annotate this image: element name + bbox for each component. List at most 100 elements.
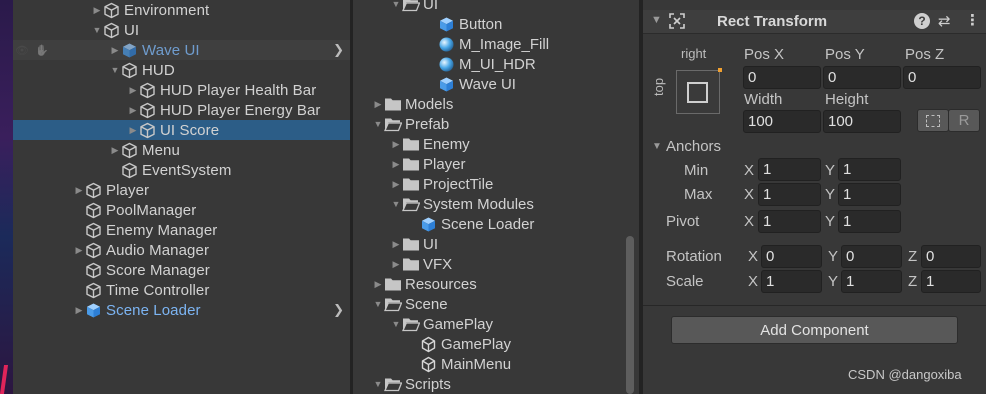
expanded-arrow-icon[interactable]: ▼ bbox=[372, 114, 384, 134]
collapsed-arrow-icon[interactable]: ▶ bbox=[91, 0, 103, 20]
rotation-x-field[interactable]: 0 bbox=[761, 245, 822, 268]
project-item[interactable]: ▶ Enemy bbox=[390, 134, 470, 154]
hierarchy-item[interactable]: ▶ HUD Player Health Bar bbox=[13, 80, 350, 100]
collapsed-arrow-icon[interactable]: ▶ bbox=[390, 234, 402, 254]
rotation-z-field[interactable]: 0 bbox=[921, 245, 981, 268]
collapsed-arrow-icon[interactable]: ▶ bbox=[73, 240, 85, 260]
eye-icon[interactable]: 👁 bbox=[15, 44, 29, 57]
rect-transform-header[interactable]: ▼ Rect Transform ? ⇄ ⋮ bbox=[643, 10, 986, 34]
y-label[interactable]: Y bbox=[828, 273, 838, 290]
hierarchy-item[interactable]: ▶ Audio Manager bbox=[13, 240, 350, 260]
collapsed-arrow-icon[interactable]: ▶ bbox=[127, 120, 139, 140]
expanded-arrow-icon[interactable]: ▼ bbox=[91, 20, 103, 40]
hierarchy-item[interactable]: PoolManager bbox=[13, 200, 350, 220]
hierarchy-item[interactable]: ▶ HUD Player Energy Bar bbox=[13, 100, 350, 120]
project-item[interactable]: ▼ UI bbox=[390, 0, 438, 14]
y-label[interactable]: Y bbox=[828, 248, 838, 265]
project-item[interactable]: ▼ GamePlay bbox=[390, 314, 494, 334]
presets-icon[interactable]: ⇄ bbox=[938, 12, 951, 30]
help-icon[interactable]: ? bbox=[914, 13, 930, 29]
z-label[interactable]: Z bbox=[908, 273, 917, 290]
project-item[interactable]: M_Image_Fill bbox=[426, 34, 549, 54]
collapsed-arrow-icon[interactable]: ▶ bbox=[390, 154, 402, 174]
hierarchy-item[interactable]: ▶ Environment bbox=[13, 0, 350, 20]
hierarchy-item[interactable]: ▼ HUD bbox=[13, 60, 350, 80]
collapsed-arrow-icon[interactable]: ▶ bbox=[73, 180, 85, 200]
collapsed-arrow-icon[interactable]: ▶ bbox=[127, 80, 139, 100]
anchor-presets-button[interactable] bbox=[676, 68, 722, 114]
rotation-label[interactable]: Rotation bbox=[666, 248, 722, 265]
project-item[interactable]: Button bbox=[426, 14, 502, 34]
project-item[interactable]: ▼ Scene bbox=[372, 294, 448, 314]
expanded-arrow-icon[interactable]: ▼ bbox=[372, 374, 384, 394]
add-component-button[interactable]: Add Component bbox=[671, 316, 958, 344]
expanded-arrow-icon[interactable]: ▼ bbox=[109, 60, 121, 80]
project-item[interactable]: ▶ ProjectTile bbox=[390, 174, 494, 194]
collapsed-arrow-icon[interactable]: ▶ bbox=[109, 40, 121, 60]
anchors-label[interactable]: Anchors bbox=[666, 138, 721, 155]
anchors-foldout-icon[interactable]: ▼ bbox=[652, 141, 662, 152]
open-prefab-chevron-icon[interactable]: ❯ bbox=[333, 300, 344, 320]
collapsed-arrow-icon[interactable]: ▶ bbox=[109, 140, 121, 160]
project-item[interactable]: ▼ Scripts bbox=[372, 374, 451, 394]
hierarchy-item[interactable]: 👁 ✋ ▶ Wave UI ❯ bbox=[13, 40, 350, 60]
hierarchy-item[interactable]: ▶ Menu bbox=[13, 140, 350, 160]
scale-y-field[interactable]: 1 bbox=[841, 270, 902, 293]
pos-z-field[interactable]: 0 bbox=[903, 66, 981, 89]
project-item[interactable]: ▶ VFX bbox=[390, 254, 453, 274]
pos-y-field[interactable]: 0 bbox=[823, 66, 901, 89]
project-item[interactable]: Wave UI bbox=[426, 74, 516, 94]
anchor-max-x-field[interactable]: 1 bbox=[758, 183, 821, 206]
collapsed-arrow-icon[interactable]: ▶ bbox=[390, 134, 402, 154]
project-item[interactable]: M_UI_HDR bbox=[426, 54, 536, 74]
project-item[interactable]: ▼ System Modules bbox=[390, 194, 534, 214]
raw-edit-button[interactable]: R bbox=[948, 109, 980, 132]
project-item[interactable]: ▶ Player bbox=[390, 154, 466, 174]
open-prefab-chevron-icon[interactable]: ❯ bbox=[333, 40, 344, 60]
anchor-min-x-field[interactable]: 1 bbox=[758, 158, 821, 181]
rotation-y-field[interactable]: 0 bbox=[841, 245, 902, 268]
project-item[interactable]: ▼ Prefab bbox=[372, 114, 450, 134]
scale-x-field[interactable]: 1 bbox=[761, 270, 822, 293]
collapsed-arrow-icon[interactable]: ▶ bbox=[372, 274, 384, 294]
anchor-min-y-field[interactable]: 1 bbox=[838, 158, 901, 181]
z-label[interactable]: Z bbox=[908, 248, 917, 265]
collapsed-arrow-icon[interactable]: ▶ bbox=[372, 94, 384, 114]
project-scrollbar[interactable] bbox=[626, 236, 634, 394]
project-item[interactable]: ▶ Resources bbox=[372, 274, 477, 294]
hierarchy-item[interactable]: Enemy Manager bbox=[13, 220, 350, 240]
foldout-arrow-icon[interactable]: ▼ bbox=[651, 14, 662, 26]
collapsed-arrow-icon[interactable]: ▶ bbox=[73, 300, 85, 320]
scale-z-field[interactable]: 1 bbox=[921, 270, 981, 293]
project-item[interactable]: ▶ UI bbox=[390, 234, 438, 254]
pivot-y-field[interactable]: 1 bbox=[838, 210, 901, 233]
hierarchy-item[interactable]: ▶ Scene Loader ❯ bbox=[13, 300, 350, 320]
anchor-max-y-field[interactable]: 1 bbox=[838, 183, 901, 206]
pivot-x-field[interactable]: 1 bbox=[758, 210, 821, 233]
hierarchy-item[interactable]: EventSystem bbox=[13, 160, 350, 180]
expanded-arrow-icon[interactable]: ▼ bbox=[390, 0, 402, 14]
project-item[interactable]: MainMenu bbox=[408, 354, 511, 374]
height-field[interactable]: 100 bbox=[823, 110, 901, 133]
collapsed-arrow-icon[interactable]: ▶ bbox=[127, 100, 139, 120]
more-options-icon[interactable]: ⋮ bbox=[965, 11, 980, 29]
x-label[interactable]: X bbox=[748, 248, 758, 265]
expanded-arrow-icon[interactable]: ▼ bbox=[372, 294, 384, 314]
hierarchy-item[interactable]: Score Manager bbox=[13, 260, 350, 280]
project-item[interactable]: Scene Loader bbox=[408, 214, 534, 234]
collapsed-arrow-icon[interactable]: ▶ bbox=[390, 254, 402, 274]
scale-label[interactable]: Scale bbox=[666, 273, 704, 290]
hierarchy-item[interactable]: ▼ UI bbox=[13, 20, 350, 40]
collapsed-arrow-icon[interactable]: ▶ bbox=[390, 174, 402, 194]
project-item[interactable]: ▶ Models bbox=[372, 94, 454, 114]
pickable-hand-icon[interactable]: ✋ bbox=[35, 44, 49, 57]
hierarchy-item[interactable]: ▶ Player bbox=[13, 180, 350, 200]
width-field[interactable]: 100 bbox=[743, 110, 821, 133]
blueprint-mode-button[interactable] bbox=[917, 109, 949, 132]
x-label[interactable]: X bbox=[748, 273, 758, 290]
pos-x-field[interactable]: 0 bbox=[743, 66, 821, 89]
hierarchy-item-selected[interactable]: ▶ UI Score bbox=[13, 120, 350, 140]
visibility-toggles[interactable]: 👁 ✋ bbox=[15, 40, 49, 60]
project-item[interactable]: GamePlay bbox=[408, 334, 511, 354]
expanded-arrow-icon[interactable]: ▼ bbox=[390, 194, 402, 214]
